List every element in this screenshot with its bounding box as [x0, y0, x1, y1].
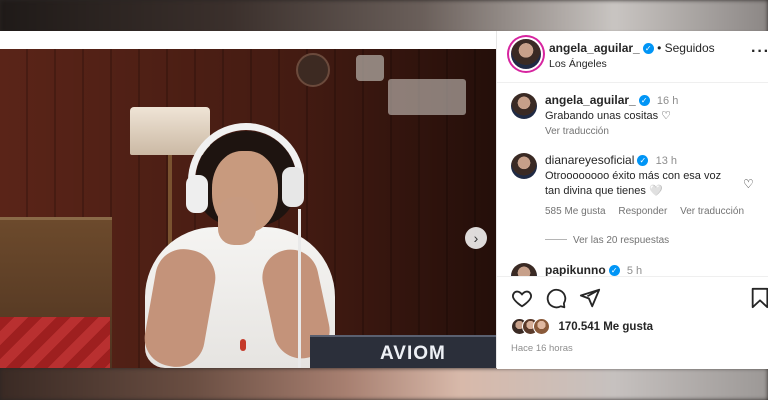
- comment-avatar[interactable]: [511, 93, 537, 119]
- view-replies-text: Ver las 20 respuestas: [573, 235, 670, 246]
- comment-text: Grabando unas cositas ♡: [545, 110, 672, 122]
- comment-header: dianareyesoficial ✓ 13 h: [545, 153, 677, 167]
- comment-meta: Ver traducción: [545, 126, 619, 137]
- follow-status[interactable]: Seguidos: [665, 41, 715, 55]
- liker-avatar: [533, 318, 550, 336]
- verified-icon: ✓: [637, 155, 649, 166]
- comment-time: 5 h: [626, 265, 643, 276]
- aviom-device: AVIOM: [310, 335, 496, 368]
- hand: [218, 197, 256, 245]
- aviom-label: AVIOM: [380, 343, 446, 364]
- more-options-icon[interactable]: ···: [751, 43, 768, 61]
- author-avatar[interactable]: [511, 39, 541, 69]
- verified-icon: ✓: [638, 95, 650, 106]
- post-image: AVIOM ›: [0, 49, 496, 368]
- studio-microphone: [296, 53, 330, 87]
- verified-icon: ✓: [642, 43, 654, 54]
- post-time-ago[interactable]: Hace 16 horas: [511, 343, 573, 354]
- comment-meta: 585 Me gusta Responder Ver traducción: [545, 206, 754, 217]
- translate-link[interactable]: Ver traducción: [680, 206, 744, 217]
- comment-avatar[interactable]: [511, 153, 537, 179]
- comment-username[interactable]: papikunno: [545, 263, 606, 276]
- comment-time: 13 h: [655, 155, 678, 167]
- comment-time: 16 h: [656, 95, 679, 107]
- comments-list: angela_aguilar_ ✓ 16 h Grabando unas cosi…: [497, 83, 768, 276]
- bookmark-icon[interactable]: [749, 287, 768, 309]
- comment-likes[interactable]: 585 Me gusta: [545, 206, 606, 217]
- background-blur-top: [0, 0, 768, 34]
- chevron-right-icon: ›: [473, 230, 479, 246]
- studio-mic-stand: [356, 55, 384, 81]
- post-actions: 170.541 Me gusta Hace 16 horas: [497, 276, 768, 369]
- comment-text: Otroooooooo éxito más con esa voz tan di…: [545, 170, 722, 197]
- comment-username[interactable]: angela_aguilar_: [545, 93, 636, 107]
- comment-header: angela_aguilar_ ✓ 16 h: [545, 93, 678, 107]
- headphone-cable: [298, 209, 301, 368]
- comment-icon[interactable]: [545, 287, 567, 309]
- comment-avatar[interactable]: [511, 263, 537, 276]
- like-comment-icon[interactable]: ♡: [743, 177, 754, 191]
- likes-count[interactable]: 170.541 Me gusta: [558, 321, 653, 333]
- next-image-button[interactable]: ›: [465, 227, 487, 249]
- reply-link[interactable]: Responder: [618, 206, 667, 217]
- translate-link[interactable]: Ver traducción: [545, 126, 609, 137]
- comment-header: papikunno ✓ 5 h: [545, 263, 642, 276]
- wall-unit: [388, 79, 466, 115]
- comment-username[interactable]: dianareyesoficial: [545, 153, 634, 167]
- red-desk: [0, 317, 110, 368]
- bracelet: [240, 339, 246, 351]
- post-location[interactable]: Los Ángeles: [549, 58, 607, 70]
- separator-dot: •: [657, 41, 665, 55]
- likes-row[interactable]: 170.541 Me gusta: [511, 318, 653, 338]
- headphone-right: [282, 167, 304, 207]
- heart-icon[interactable]: [511, 287, 533, 309]
- author-username[interactable]: angela_aguilar_: [549, 41, 640, 55]
- background-blur-bottom: [0, 368, 768, 400]
- replies-divider: [545, 239, 567, 240]
- post-sidebar: angela_aguilar_ ✓ • Seguidos Los Ángeles …: [496, 31, 768, 369]
- post-header: angela_aguilar_ ✓ • Seguidos Los Ángeles …: [497, 31, 768, 83]
- verified-icon: ✓: [608, 265, 620, 276]
- instagram-post: AVIOM › angela_aguilar_ ✓ • Seguidos Los …: [0, 31, 768, 369]
- view-replies-link[interactable]: Ver las 20 respuestas: [545, 235, 669, 246]
- share-icon[interactable]: [579, 287, 601, 309]
- headphone-left: [186, 175, 208, 213]
- author-line: angela_aguilar_ ✓ • Seguidos: [549, 41, 715, 55]
